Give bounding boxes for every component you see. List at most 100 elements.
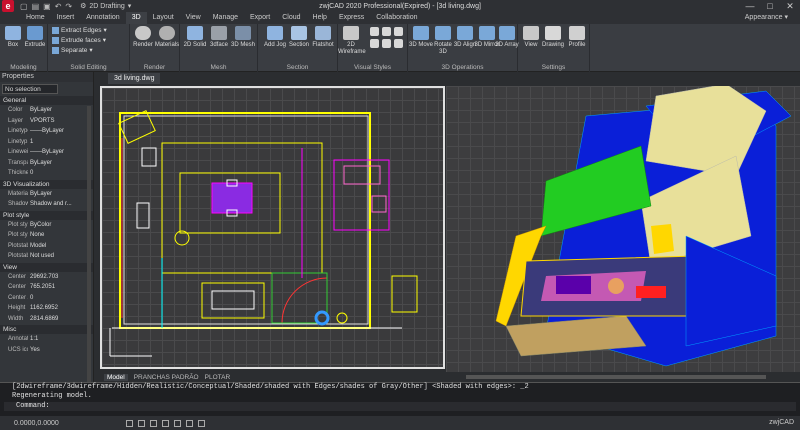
tab-layout[interactable]: Layout	[147, 12, 180, 24]
tab-view[interactable]: View	[180, 12, 207, 24]
shaded-edges-icon[interactable]	[394, 39, 403, 48]
property-value[interactable]: 1162.6952	[28, 303, 84, 314]
solid2d-button[interactable]: 2D Solid	[182, 26, 208, 49]
tab-home[interactable]: Home	[20, 12, 51, 24]
extract-edges-button[interactable]: Extract Edges ▾	[52, 26, 107, 34]
tab-express[interactable]: Express	[333, 12, 370, 24]
property-row[interactable]: Shadow...Shadow and r...	[0, 199, 93, 210]
viewport-plan[interactable]	[100, 86, 445, 369]
minimize-button[interactable]: —	[740, 0, 760, 12]
property-row[interactable]: Plotstabl...Not used	[0, 251, 93, 262]
property-value[interactable]: ——ByLayer	[28, 126, 84, 137]
extrude-faces-button[interactable]: Extrude faces ▾	[52, 36, 106, 44]
property-value[interactable]: 2814.6869	[28, 314, 84, 325]
otrack-icon[interactable]	[186, 419, 193, 427]
property-value[interactable]: 0	[28, 293, 84, 304]
flatshot-button[interactable]: Flatshot	[310, 26, 336, 49]
property-row[interactable]: Layer VPORTS	[0, 116, 93, 127]
property-row[interactable]: Plot styl...None	[0, 230, 93, 241]
osnap-icon[interactable]	[174, 419, 181, 427]
tab-help[interactable]: Help	[307, 12, 333, 24]
property-value[interactable]: Model	[28, 241, 84, 252]
property-section-header[interactable]: Plot style	[0, 210, 93, 220]
shaded-icon[interactable]	[382, 39, 391, 48]
materials-button[interactable]: Materials	[154, 26, 180, 49]
property-value[interactable]: 1:1	[28, 334, 84, 345]
property-value[interactable]: 765.2051	[28, 282, 84, 293]
property-value[interactable]: None	[28, 230, 84, 241]
snap-icon[interactable]	[126, 419, 133, 427]
tab-insert[interactable]: Insert	[51, 12, 81, 24]
property-row[interactable]: Center Z0	[0, 293, 93, 304]
tab-model[interactable]: Model	[104, 373, 128, 381]
property-row[interactable]: UCS ico...Yes	[0, 345, 93, 356]
property-row[interactable]: Linewei...——ByLayer	[0, 147, 93, 158]
maximize-button[interactable]: □	[760, 0, 780, 12]
property-row[interactable]: Transpa...ByLayer	[0, 158, 93, 169]
property-row[interactable]: Center X29692.703	[0, 272, 93, 283]
property-section-header[interactable]: 3D Visualization	[0, 179, 93, 189]
horizontal-scrollbar[interactable]	[446, 373, 800, 381]
document-tab[interactable]: 3d living.dwg	[108, 73, 161, 84]
3dmesh-button[interactable]: 3D Mesh	[230, 26, 256, 49]
property-value[interactable]: ——ByLayer	[28, 147, 84, 158]
property-value[interactable]: Not used	[28, 251, 84, 262]
3d-wireframe-icon[interactable]	[370, 27, 379, 36]
property-row[interactable]: Linetyp...1	[0, 137, 93, 148]
tab-3d[interactable]: 3D	[125, 12, 147, 24]
render-button[interactable]: Render	[130, 26, 156, 49]
property-row[interactable]: Color ByLayer	[0, 105, 93, 116]
property-row[interactable]: Material ByLayer	[0, 189, 93, 200]
property-row[interactable]: Height 1162.6952	[0, 303, 93, 314]
drawing-button[interactable]: Drawing	[540, 26, 566, 49]
polar-icon[interactable]	[162, 419, 169, 427]
add-jog-button[interactable]: Add Jog	[262, 26, 288, 49]
conceptual-icon[interactable]	[370, 39, 379, 48]
open-icon[interactable]: ▤	[32, 2, 40, 11]
property-value[interactable]: ByColor	[28, 220, 84, 231]
property-row[interactable]: Plot styleByColor	[0, 220, 93, 231]
property-value[interactable]: 0	[28, 168, 84, 179]
redo-icon[interactable]: ↷	[65, 2, 72, 11]
property-value[interactable]: Yes	[28, 345, 84, 356]
2d-wireframe-button[interactable]: 2D Wireframe	[338, 26, 366, 56]
section-button[interactable]: Section	[286, 26, 312, 49]
property-row[interactable]: Linetype——ByLayer	[0, 126, 93, 137]
tab-pranchas-padrao[interactable]: PRANCHAS PADRÃO	[134, 374, 199, 381]
property-row[interactable]: Width 2814.6869	[0, 314, 93, 325]
close-button[interactable]: ✕	[780, 0, 800, 12]
property-value[interactable]: 1	[28, 137, 84, 148]
property-section-header[interactable]: View	[0, 262, 93, 272]
tab-plotar[interactable]: PLOTAR	[205, 374, 231, 381]
ortho-icon[interactable]	[150, 419, 157, 427]
save-icon[interactable]: ▣	[43, 2, 51, 11]
tab-export[interactable]: Export	[244, 12, 276, 24]
property-value[interactable]: VPORTS	[28, 116, 84, 127]
3dface-button[interactable]: 3dface	[206, 26, 232, 49]
separate-button[interactable]: Separate ▾	[52, 46, 93, 54]
property-row[interactable]: Plotstabl...Model	[0, 241, 93, 252]
app-logo-icon[interactable]: e	[2, 0, 14, 12]
property-value[interactable]: ByLayer	[28, 189, 84, 200]
property-value[interactable]: 29692.703	[28, 272, 84, 283]
property-value[interactable]: Shadow and r...	[28, 199, 84, 210]
3d-array-button[interactable]: 3D Array	[494, 26, 520, 49]
hidden-icon[interactable]	[382, 27, 391, 36]
viewport-3d[interactable]	[446, 86, 800, 372]
property-section-header[interactable]: Misc	[0, 325, 93, 334]
property-row[interactable]: Center Y765.2051	[0, 282, 93, 293]
grid-icon[interactable]	[138, 419, 145, 427]
selection-dropdown[interactable]: No selection	[2, 84, 58, 94]
scroll-thumb[interactable]	[466, 375, 766, 379]
lineweight-icon[interactable]	[198, 419, 205, 427]
tab-manage[interactable]: Manage	[207, 12, 244, 24]
property-value[interactable]: ByLayer	[28, 158, 84, 169]
undo-icon[interactable]: ↶	[55, 2, 62, 11]
realistic-icon[interactable]	[394, 27, 403, 36]
property-row[interactable]: Thickne...0	[0, 168, 93, 179]
tab-cloud[interactable]: Cloud	[276, 12, 306, 24]
properties-scrollbar[interactable]	[87, 106, 91, 396]
new-icon[interactable]: ▢	[20, 2, 28, 11]
appearance-menu[interactable]: Appearance ▾	[745, 12, 788, 24]
extrude-button[interactable]: Extrude	[22, 26, 48, 49]
